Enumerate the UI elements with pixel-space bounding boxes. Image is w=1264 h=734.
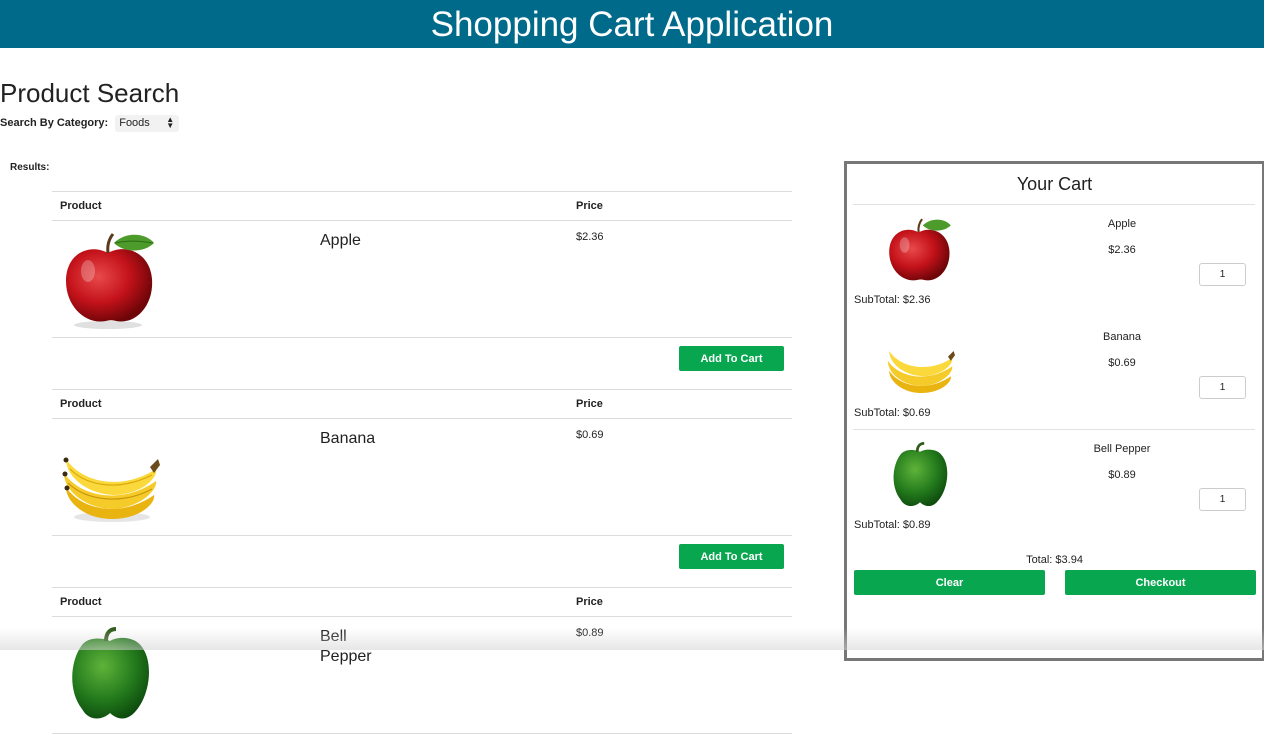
cart-panel: Your Cart Apple $2.36 1 SubTotal: $2.36 … bbox=[844, 161, 1264, 661]
product-table-header: Product Price bbox=[52, 587, 792, 617]
apple-icon bbox=[66, 233, 154, 329]
cart-item-name: Bell Pepper bbox=[1093, 443, 1151, 455]
cart-item-subtotal: SubTotal: $0.89 bbox=[854, 519, 931, 531]
category-select-value: Foods bbox=[119, 117, 150, 129]
checkout-button[interactable]: Checkout bbox=[1065, 570, 1256, 595]
select-arrows-icon: ▲ ▼ bbox=[166, 115, 175, 130]
column-header-product: Product bbox=[60, 200, 102, 212]
product-name: Apple bbox=[320, 232, 361, 249]
cart-item-price: $2.36 bbox=[1108, 244, 1136, 256]
cart-item-name: Banana bbox=[1103, 331, 1141, 343]
banana-icon bbox=[62, 457, 160, 522]
cart-divider bbox=[853, 204, 1255, 205]
column-header-price: Price bbox=[576, 200, 603, 212]
column-header-product: Product bbox=[60, 596, 102, 608]
cart-item-bell-pepper: Bell Pepper $0.89 1 SubTotal: $0.89 bbox=[847, 434, 1262, 534]
quantity-input[interactable]: 1 bbox=[1199, 376, 1246, 399]
cart-item-name: Apple bbox=[1107, 218, 1137, 230]
clear-cart-button[interactable]: Clear bbox=[854, 570, 1045, 595]
results-label: Results: bbox=[10, 162, 50, 173]
column-header-price: Price bbox=[576, 398, 603, 410]
quantity-input[interactable]: 1 bbox=[1199, 263, 1246, 286]
bell-pepper-icon bbox=[72, 627, 149, 719]
cart-divider bbox=[853, 429, 1255, 430]
product-name: Bell Pepper bbox=[320, 628, 372, 665]
cart-item-subtotal: SubTotal: $0.69 bbox=[854, 407, 931, 419]
category-filter: Search By Category: Foods ▲ ▼ bbox=[0, 114, 180, 132]
cart-item-apple: Apple $2.36 1 SubTotal: $2.36 bbox=[847, 209, 1262, 309]
product-actions: Add To Cart bbox=[52, 536, 792, 587]
quantity-input[interactable]: 1 bbox=[1199, 488, 1246, 511]
app-title: Shopping Cart Application bbox=[430, 5, 834, 44]
bell-pepper-icon bbox=[893, 442, 948, 507]
product-actions: Add To Cart bbox=[52, 338, 792, 389]
column-header-product: Product bbox=[60, 398, 102, 410]
apple-icon bbox=[889, 218, 951, 281]
product-price: $2.36 bbox=[576, 231, 604, 243]
cart-total: Total: $3.94 bbox=[1026, 554, 1083, 566]
add-to-cart-button[interactable]: Add To Cart bbox=[679, 544, 784, 569]
product-table-header: Product Price bbox=[52, 389, 792, 419]
product-card-apple: Product Price Apple $2.36 Add To Cart bbox=[52, 191, 792, 389]
product-name: Banana bbox=[320, 430, 376, 447]
product-row: Apple $2.36 bbox=[52, 221, 792, 338]
category-label: Search By Category: bbox=[0, 117, 109, 129]
product-row: Banana $0.69 bbox=[52, 419, 792, 536]
app-header: Shopping Cart Application bbox=[0, 0, 1264, 48]
banana-icon bbox=[887, 351, 955, 393]
column-header-price: Price bbox=[576, 596, 603, 608]
cart-item-banana: Banana $0.69 1 SubTotal: $0.69 bbox=[847, 322, 1262, 422]
product-card-bell-pepper: Product Price Bell Pepper $0.89 bbox=[52, 587, 792, 734]
add-to-cart-button[interactable]: Add To Cart bbox=[679, 346, 784, 371]
product-row: Bell Pepper $0.89 bbox=[52, 617, 792, 734]
cart-item-subtotal: SubTotal: $2.36 bbox=[854, 294, 931, 306]
product-table-header: Product Price bbox=[52, 191, 792, 221]
product-price: $0.89 bbox=[576, 627, 604, 639]
product-price: $0.69 bbox=[576, 429, 604, 441]
cart-title: Your Cart bbox=[1016, 174, 1093, 194]
category-select[interactable]: Foods ▲ ▼ bbox=[115, 114, 180, 132]
page-title: Product Search bbox=[0, 78, 180, 108]
product-card-banana: Product Price Banana $0.69 Add To Cart bbox=[52, 389, 792, 587]
cart-item-price: $0.69 bbox=[1108, 357, 1136, 369]
cart-item-price: $0.89 bbox=[1108, 469, 1136, 481]
